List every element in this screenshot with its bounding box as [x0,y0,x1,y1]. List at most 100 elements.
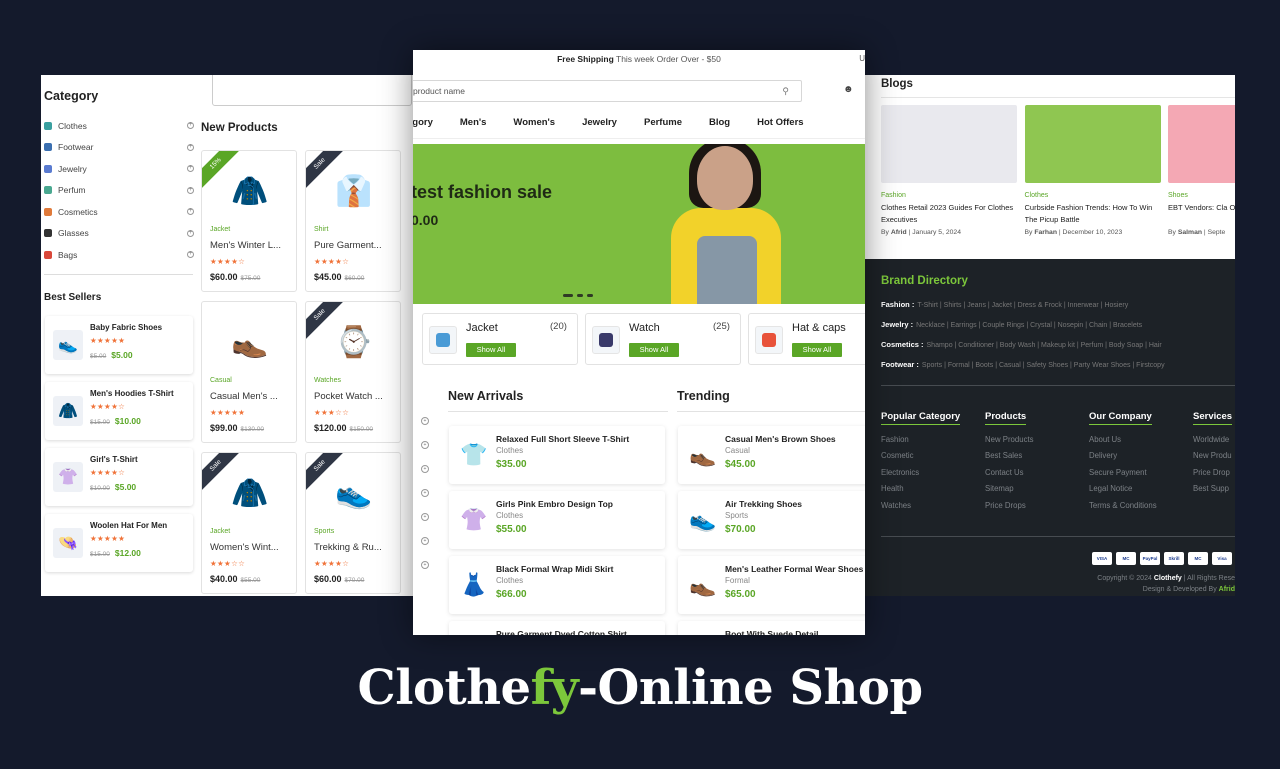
list-item[interactable]: 👟 Air Trekking Shoes Sports $70.00 [678,491,865,549]
product-card[interactable]: Sale 🧥 Jacket Women's Wint... ★★★☆☆ $40.00 $55… [201,452,297,594]
footer-link[interactable]: Secure Payment [1089,468,1189,484]
list-item[interactable]: 👕 Relaxed Full Short Sleeve T-Shirt Clothe… [449,426,665,484]
product-card[interactable]: Sale 👔 Shirt Pure Garment... ★★★★☆ $45.00 $60.… [305,150,401,292]
nav-item[interactable]: Hot Offers [757,117,803,128]
product-category[interactable]: Jacket [210,528,230,535]
category-card[interactable]: Hat & caps Show All [748,313,865,365]
blog-title[interactable]: EBT Vendors: Cla Of SNAP Online R [1168,202,1235,226]
product-name[interactable]: Woolen Hat For Men [90,521,167,530]
nav-item[interactable]: Perfume [644,117,682,128]
category-item[interactable]: Jewelry + [44,158,194,180]
category-item[interactable]: Footwear + [44,137,194,159]
expand-icon[interactable]: + [187,122,194,130]
best-seller-item[interactable]: 👟 Baby Fabric Shoes ★★★★★ $5.00 $5.00 [45,316,193,374]
footer-link[interactable]: Price Drops [985,501,1085,517]
blog-category[interactable]: Clothes [1025,192,1161,199]
product-name[interactable]: Relaxed Full Short Sleeve T-Shirt [496,434,629,444]
product-category[interactable]: Shirt [314,226,328,233]
product-category[interactable]: Jacket [210,226,230,233]
search-input[interactable]: product name ⚲ [413,80,802,102]
user-icon[interactable]: ☻ [843,84,854,95]
list-item[interactable]: 👚 Girls Pink Embro Design Top Clothes $55.0… [449,491,665,549]
footer-link[interactable]: Best Sales [985,451,1085,467]
product-name[interactable]: Boot With Suede Detail [725,629,818,635]
product-name[interactable]: Air Trekking Shoes [725,499,802,509]
nav-item[interactable]: Men's [460,117,487,128]
footer-link[interactable]: Terms & Conditions [1089,501,1189,517]
list-item[interactable]: 👗 Black Formal Wrap Midi Skirt Clothes $66.… [449,556,665,614]
footer-link[interactable]: About Us [1089,435,1189,451]
category-name[interactable]: Jacket [466,322,498,334]
slider-dots[interactable] [563,294,593,297]
product-name[interactable]: Men's Leather Formal Wear Shoes [725,564,863,574]
nav-item[interactable]: Blog [709,117,730,128]
expand-icon[interactable]: + [187,208,194,216]
category-name[interactable]: Watch [629,322,660,334]
brand-row-items[interactable]: Necklace | Earrings | Couple Rings | Cry… [916,322,1142,329]
product-name[interactable]: Casual Men's Brown Shoes [725,434,836,444]
footer-link[interactable]: Fashion [881,435,981,451]
product-card[interactable]: Sale ⌚ Watches Pocket Watch ... ★★★☆☆ $120.00… [305,301,401,443]
list-item[interactable]: Boot With Suede Detail [678,621,865,635]
footer-link[interactable]: New Produ [1193,451,1235,467]
list-item[interactable]: 👞 Men's Leather Formal Wear Shoes Formal $6… [678,556,865,614]
nav-item[interactable]: egory [413,117,433,128]
footer-link[interactable]: New Products [985,435,1085,451]
blog-image[interactable] [1024,105,1161,183]
blog-title[interactable]: Curbside Fashion Trends: How To Win The … [1025,202,1161,226]
copyright-brand[interactable]: Clothefy [1154,575,1182,582]
footer-link[interactable]: Health [881,484,981,500]
product-name[interactable]: Men's Winter L... [210,240,292,251]
brand-row-items[interactable]: Shampo | Conditioner | Body Wash | Makeu… [927,342,1162,349]
product-card[interactable]: 👞 Casual Casual Men's ... ★★★★★ $99.00 $130.0… [201,301,297,443]
category-name[interactable]: Hat & caps [792,322,846,334]
show-all-button[interactable]: Show All [792,343,842,357]
product-name[interactable]: Baby Fabric Shoes [90,323,162,332]
blog-image[interactable] [1168,105,1235,183]
product-name[interactable]: Pure Garment... [314,240,396,251]
expand-icon[interactable]: + [187,186,194,194]
footer-link[interactable]: Price Drop [1193,468,1235,484]
best-seller-item[interactable]: 🧥 Men's Hoodies T-Shirt ★★★★☆ $15.00 $10.00 [45,382,193,440]
product-name[interactable]: Men's Hoodies T-Shirt [90,389,174,398]
blog-title[interactable]: Clothes Retail 2023 Guides For Clothes E… [881,202,1017,226]
blog-card[interactable]: Clothes Curbside Fashion Trends: How To W… [1024,105,1161,236]
expand-icon[interactable]: + [187,143,194,151]
blog-category[interactable]: Fashion [881,192,1017,199]
category-item[interactable]: Clothes + [44,115,194,137]
category-item[interactable]: Cosmetics + [44,201,194,223]
search-icon[interactable]: ⚲ [782,81,789,101]
brand-row-items[interactable]: Sports | Formal | Boots | Casual | Safet… [922,362,1165,369]
product-name[interactable]: Trekking & Ru... [314,542,396,553]
blog-image[interactable] [881,105,1017,183]
product-name[interactable]: Girls Pink Embro Design Top [496,499,613,509]
product-name[interactable]: Casual Men's ... [210,391,292,402]
expand-icon[interactable]: + [187,229,194,237]
show-all-button[interactable]: Show All [629,343,679,357]
product-category[interactable]: Watches [314,377,341,384]
category-card[interactable]: Jacket (20) Show All [422,313,578,365]
product-card[interactable]: 15% 🧥 Jacket Men's Winter L... ★★★★☆ $60.00 $7… [201,150,297,292]
footer-link[interactable]: Cosmetic [881,451,981,467]
show-all-button[interactable]: Show All [466,343,516,357]
category-item[interactable]: Glasses + [44,223,194,245]
best-seller-item[interactable]: 👚 Girl's T-Shirt ★★★★☆ $10.00 $5.00 [45,448,193,506]
product-category[interactable]: Casual [210,377,232,384]
blog-category[interactable]: Shoes [1168,192,1235,199]
expand-icon[interactable]: + [187,165,194,173]
expand-icon[interactable]: + [187,251,194,259]
footer-link[interactable]: Sitemap [985,484,1085,500]
footer-link[interactable]: Legal Notice [1089,484,1189,500]
footer-link[interactable]: Best Supp [1193,484,1235,500]
product-name[interactable]: Black Formal Wrap Midi Skirt [496,564,613,574]
blog-card[interactable]: Fashion Clothes Retail 2023 Guides For Cl… [881,105,1017,236]
product-name[interactable]: Girl's T-Shirt [90,455,138,464]
product-name[interactable]: Pocket Watch ... [314,391,396,402]
product-name[interactable]: Women's Wint... [210,542,292,553]
footer-link[interactable]: Watches [881,501,981,517]
category-item[interactable]: Bags + [44,244,194,266]
footer-link[interactable]: Contact Us [985,468,1085,484]
category-item[interactable]: Perfum + [44,180,194,202]
brand-row-items[interactable]: T-Shirt | Shirts | Jeans | Jacket | Dres… [917,302,1128,309]
product-card[interactable]: Sale 👟 Sports Trekking & Ru... ★★★★☆ $60.00 $7… [305,452,401,594]
